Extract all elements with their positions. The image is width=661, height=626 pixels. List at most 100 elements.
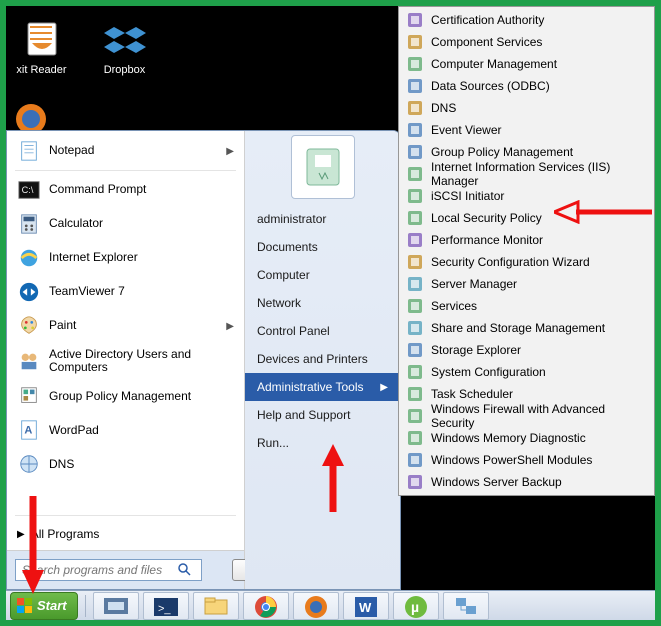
pinned-internet-explorer[interactable]: Internet Explorer bbox=[7, 241, 244, 275]
right-item-help-and-support[interactable]: Help and Support bbox=[245, 401, 400, 429]
paint-icon bbox=[17, 314, 41, 338]
admin-tool-icon bbox=[407, 122, 423, 138]
pinned-paint[interactable]: Paint▶ bbox=[7, 309, 244, 343]
svg-text:W: W bbox=[359, 600, 372, 615]
admin-tool-event-viewer[interactable]: Event Viewer bbox=[399, 119, 654, 141]
admin-tool-server-manager[interactable]: Server Manager bbox=[399, 273, 654, 295]
admin-tool-system-configuration[interactable]: System Configuration bbox=[399, 361, 654, 383]
right-item-devices-and-printers[interactable]: Devices and Printers bbox=[245, 345, 400, 373]
right-item-label: Help and Support bbox=[257, 408, 350, 422]
admin-tool-icon bbox=[407, 342, 423, 358]
taskbar-word-icon[interactable]: W bbox=[343, 592, 389, 620]
svg-text:µ: µ bbox=[411, 599, 419, 615]
pinned-notepad[interactable]: Notepad▶ bbox=[7, 134, 244, 168]
pinned-wordpad[interactable]: AWordPad bbox=[7, 413, 244, 447]
admin-tool-data-sources-odbc-[interactable]: Data Sources (ODBC) bbox=[399, 75, 654, 97]
admin-tool-dns[interactable]: DNS bbox=[399, 97, 654, 119]
admin-tool-label: Windows Firewall with Advanced Security bbox=[431, 402, 646, 430]
admin-tool-windows-powershell-modules[interactable]: Windows PowerShell Modules bbox=[399, 449, 654, 471]
pinned-item-label: WordPad bbox=[49, 424, 99, 437]
admin-tool-label: Windows Server Backup bbox=[431, 475, 562, 489]
admin-tool-label: Performance Monitor bbox=[431, 233, 543, 247]
admin-tool-iscsi-initiator[interactable]: iSCSI Initiator bbox=[399, 185, 654, 207]
desktop-icon-foxit[interactable]: xit Reader bbox=[14, 16, 69, 76]
admin-tool-icon bbox=[407, 166, 423, 182]
admin-tool-windows-server-backup[interactable]: Windows Server Backup bbox=[399, 471, 654, 493]
desktop-icon-label: xit Reader bbox=[16, 64, 66, 76]
pinned-item-label: Calculator bbox=[49, 217, 103, 230]
admin-tool-icon bbox=[407, 386, 423, 402]
admin-tool-computer-management[interactable]: Computer Management bbox=[399, 53, 654, 75]
pinned-dns[interactable]: DNS bbox=[7, 447, 244, 481]
admin-tool-label: Data Sources (ODBC) bbox=[431, 79, 550, 93]
pinned-item-label: Internet Explorer bbox=[49, 251, 138, 264]
pinned-calculator[interactable]: Calculator bbox=[7, 207, 244, 241]
admin-tool-icon bbox=[407, 12, 423, 28]
admin-tool-label: Component Services bbox=[431, 35, 542, 49]
all-programs[interactable]: ▶ All Programs bbox=[7, 518, 244, 550]
admin-tool-storage-explorer[interactable]: Storage Explorer bbox=[399, 339, 654, 361]
search-input[interactable] bbox=[15, 559, 202, 581]
admin-tool-label: Event Viewer bbox=[431, 123, 501, 137]
admin-tool-icon bbox=[407, 188, 423, 204]
start-button[interactable]: Start bbox=[10, 592, 78, 620]
admin-tool-share-and-storage-management[interactable]: Share and Storage Management bbox=[399, 317, 654, 339]
admin-tool-label: Computer Management bbox=[431, 57, 557, 71]
svg-text:C:\: C:\ bbox=[22, 185, 34, 195]
admin-tool-local-security-policy[interactable]: Local Security Policy bbox=[399, 207, 654, 229]
admin-tool-label: Task Scheduler bbox=[431, 387, 513, 401]
start-menu-right-column: administrator Documents ComputerNetwork Con… bbox=[245, 131, 400, 589]
right-item-label: Documents bbox=[257, 240, 318, 254]
notepad-icon bbox=[17, 139, 41, 163]
admin-tool-icon bbox=[407, 430, 423, 446]
taskbar-powershell-icon[interactable]: >_ bbox=[143, 592, 189, 620]
admin-tool-label: Security Configuration Wizard bbox=[431, 255, 590, 269]
admin-tool-internet-information-services-iis-manager[interactable]: Internet Information Services (IIS) Mana… bbox=[399, 163, 654, 185]
command-prompt-icon: C:\ bbox=[17, 178, 41, 202]
taskbar-explorer-icon[interactable] bbox=[193, 592, 239, 620]
taskbar-firefox-icon[interactable] bbox=[293, 592, 339, 620]
admin-tool-label: Server Manager bbox=[431, 277, 517, 291]
admin-tool-performance-monitor[interactable]: Performance Monitor bbox=[399, 229, 654, 251]
pinned-command-prompt[interactable]: C:\Command Prompt bbox=[7, 173, 244, 207]
admin-tool-windows-firewall-with-advanced-security[interactable]: Windows Firewall with Advanced Security bbox=[399, 405, 654, 427]
pinned-teamviewer[interactable]: TeamViewer 7 bbox=[7, 275, 244, 309]
pinned-gpmc[interactable]: Group Policy Management bbox=[7, 379, 244, 413]
taskbar-server-manager-icon[interactable] bbox=[93, 592, 139, 620]
dropbox-icon bbox=[104, 19, 146, 59]
right-item-computer[interactable]: Computer bbox=[245, 261, 400, 289]
pinned-aduc[interactable]: Active Directory Users and Computers bbox=[7, 343, 244, 379]
taskbar-network-icon[interactable] bbox=[443, 592, 489, 620]
admin-tool-label: Local Security Policy bbox=[431, 211, 542, 225]
right-item-administrative-tools[interactable]: Administrative Tools▶ bbox=[245, 373, 400, 401]
desktop-icons: xit Reader Dropbox bbox=[14, 16, 152, 76]
admin-tool-component-services[interactable]: Component Services bbox=[399, 31, 654, 53]
pinned-item-label: Paint bbox=[49, 319, 76, 332]
right-item-run-[interactable]: Run... bbox=[245, 429, 400, 457]
right-item-administrator[interactable]: administrator bbox=[245, 205, 400, 233]
svg-text:>_: >_ bbox=[158, 603, 171, 615]
taskbar-utorrent-icon[interactable]: µ bbox=[393, 592, 439, 620]
admin-tool-certification-authority[interactable]: Certification Authority bbox=[399, 9, 654, 31]
right-item-documents[interactable]: Documents bbox=[245, 233, 400, 261]
desktop-icon-dropbox[interactable]: Dropbox bbox=[97, 16, 152, 76]
admin-tool-label: Internet Information Services (IIS) Mana… bbox=[431, 160, 646, 188]
admin-tool-security-configuration-wizard[interactable]: Security Configuration Wizard bbox=[399, 251, 654, 273]
right-item-label: Control Panel bbox=[257, 324, 330, 338]
admin-tool-services[interactable]: Services bbox=[399, 295, 654, 317]
right-item-network[interactable]: Network bbox=[245, 289, 400, 317]
admin-tool-icon bbox=[407, 232, 423, 248]
admin-tool-icon bbox=[407, 78, 423, 94]
admin-tool-icon bbox=[407, 320, 423, 336]
calculator-icon bbox=[17, 212, 41, 236]
admin-tool-windows-memory-diagnostic[interactable]: Windows Memory Diagnostic bbox=[399, 427, 654, 449]
admin-tool-icon bbox=[407, 452, 423, 468]
taskbar-chrome-icon[interactable] bbox=[243, 592, 289, 620]
search-icon[interactable] bbox=[178, 561, 192, 579]
admin-tool-icon bbox=[407, 364, 423, 380]
start-menu-left-column: Notepad▶ C:\Command Prompt Calculator Inter… bbox=[7, 131, 245, 589]
admin-tool-icon bbox=[407, 34, 423, 50]
pinned-item-label: Notepad bbox=[49, 144, 94, 157]
admin-tool-label: Windows Memory Diagnostic bbox=[431, 431, 586, 445]
right-item-control-panel[interactable]: Control Panel bbox=[245, 317, 400, 345]
